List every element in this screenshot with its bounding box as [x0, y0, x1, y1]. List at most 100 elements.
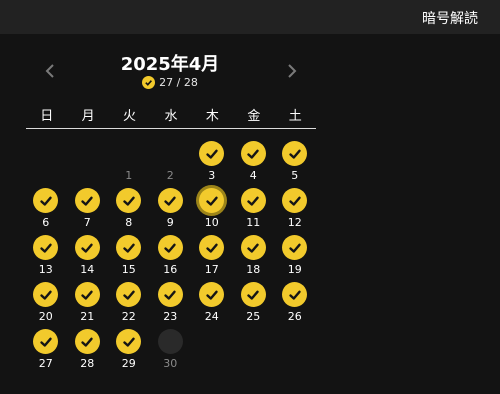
day-number: 9: [166, 216, 174, 229]
day-number: 15: [121, 263, 136, 276]
check-circle-icon: [240, 188, 266, 213]
check-circle-icon: [74, 235, 100, 260]
calendar-day[interactable]: 28: [67, 329, 109, 376]
day-number: 28: [80, 357, 95, 370]
weekday-label: 水: [164, 109, 178, 124]
day-marker: [157, 329, 183, 354]
check-circle-icon: [116, 188, 142, 213]
calendar-day[interactable]: 2: [150, 141, 192, 188]
calendar-blank-cell: [25, 141, 67, 188]
day-number: 11: [246, 216, 261, 229]
day-number: 5: [291, 169, 299, 182]
calendar-day[interactable]: 8: [108, 188, 150, 235]
check-circle-icon: [74, 188, 100, 213]
check-circle-icon: [240, 282, 266, 307]
weekday-label: 日: [40, 109, 54, 124]
weekday-label: 土: [288, 109, 302, 124]
calendar-day[interactable]: 25: [233, 282, 275, 329]
weekday-label: 木: [205, 109, 219, 124]
calendar-day[interactable]: 14: [67, 235, 109, 282]
calendar-day[interactable]: 11: [233, 188, 275, 235]
day-number: 3: [208, 169, 216, 182]
day-number: 18: [246, 263, 261, 276]
weekday-label: 金: [247, 109, 261, 124]
calendar-day[interactable]: 5: [274, 141, 316, 188]
day-number: 16: [163, 263, 178, 276]
calendar-day[interactable]: 19: [274, 235, 316, 282]
calendar-day[interactable]: 29: [108, 329, 150, 376]
day-number: 30: [163, 357, 178, 370]
calendar-day[interactable]: 6: [25, 188, 67, 235]
calendar-day[interactable]: 9: [150, 188, 192, 235]
check-circle-icon: [199, 141, 225, 166]
check-circle-icon: [199, 188, 225, 213]
day-number: 21: [80, 310, 95, 323]
check-circle-icon: [282, 282, 308, 307]
calendar-day[interactable]: 22: [108, 282, 150, 329]
calendar-day[interactable]: 10: [191, 188, 233, 235]
calendar-grid: 1 2 3 4 5 6 7 8 9 10 11 12 13 14 15 16 17 18 19 20 21 22 23 24 2…: [25, 141, 316, 376]
day-number: 25: [246, 310, 261, 323]
check-circle-icon: [240, 235, 266, 260]
day-marker: [116, 141, 141, 166]
check-circle-icon: [116, 329, 142, 354]
day-number: 17: [204, 263, 219, 276]
day-number: 23: [163, 310, 178, 323]
check-circle-icon: [33, 329, 59, 354]
calendar-blank-cell: [67, 141, 109, 188]
calendar-day[interactable]: 18: [233, 235, 275, 282]
check-circle-icon: [33, 188, 59, 213]
calendar-day[interactable]: 16: [150, 235, 192, 282]
check-circle-icon: [199, 235, 225, 260]
day-number: 7: [83, 216, 91, 229]
day-number: 20: [38, 310, 53, 323]
progress-counter: 27 / 28: [0, 76, 340, 89]
check-circle-icon: [33, 235, 59, 260]
calendar-day[interactable]: 30: [150, 329, 192, 376]
calendar-day[interactable]: 4: [233, 141, 275, 188]
day-number: 27: [38, 357, 53, 370]
weekday-header: 日 月 火 水 木 金 土: [26, 105, 316, 125]
check-circle-icon: [157, 282, 183, 307]
calendar-day[interactable]: 3: [191, 141, 233, 188]
header-divider: [26, 128, 316, 129]
calendar-day[interactable]: 26: [274, 282, 316, 329]
check-circle-icon: [199, 282, 225, 307]
day-number: 10: [204, 216, 219, 229]
day-number: 8: [125, 216, 133, 229]
check-circle-icon: [282, 188, 308, 213]
top-bar: 暗号解読: [0, 0, 500, 34]
calendar-day[interactable]: 1: [108, 141, 150, 188]
day-number: 13: [38, 263, 53, 276]
calendar-day[interactable]: 24: [191, 282, 233, 329]
weekday-label: 月: [81, 109, 95, 124]
day-number: 26: [287, 310, 302, 323]
check-circle-icon: [157, 188, 183, 213]
check-circle-icon: [282, 141, 308, 166]
calendar-day[interactable]: 15: [108, 235, 150, 282]
check-circle-icon: [142, 76, 156, 89]
day-number: 1: [125, 169, 133, 182]
check-circle-icon: [116, 282, 142, 307]
check-circle-icon: [282, 235, 308, 260]
day-marker: [158, 141, 183, 166]
progress-text: 27 / 28: [159, 76, 198, 89]
calendar-day[interactable]: 23: [150, 282, 192, 329]
day-number: 29: [121, 357, 136, 370]
check-circle-icon: [33, 282, 59, 307]
calendar-day[interactable]: 7: [67, 188, 109, 235]
calendar-day[interactable]: 27: [25, 329, 67, 376]
calendar-day[interactable]: 17: [191, 235, 233, 282]
day-number: 2: [166, 169, 174, 182]
calendar-day[interactable]: 13: [25, 235, 67, 282]
day-number: 19: [287, 263, 302, 276]
weekday-label: 火: [123, 109, 137, 124]
check-circle-icon: [74, 282, 100, 307]
day-number: 24: [204, 310, 219, 323]
calendar-day[interactable]: 12: [274, 188, 316, 235]
day-number: 22: [121, 310, 136, 323]
calendar-day[interactable]: 20: [25, 282, 67, 329]
calendar-day[interactable]: 21: [67, 282, 109, 329]
check-circle-icon: [240, 141, 266, 166]
app-title: 暗号解読: [422, 11, 478, 27]
